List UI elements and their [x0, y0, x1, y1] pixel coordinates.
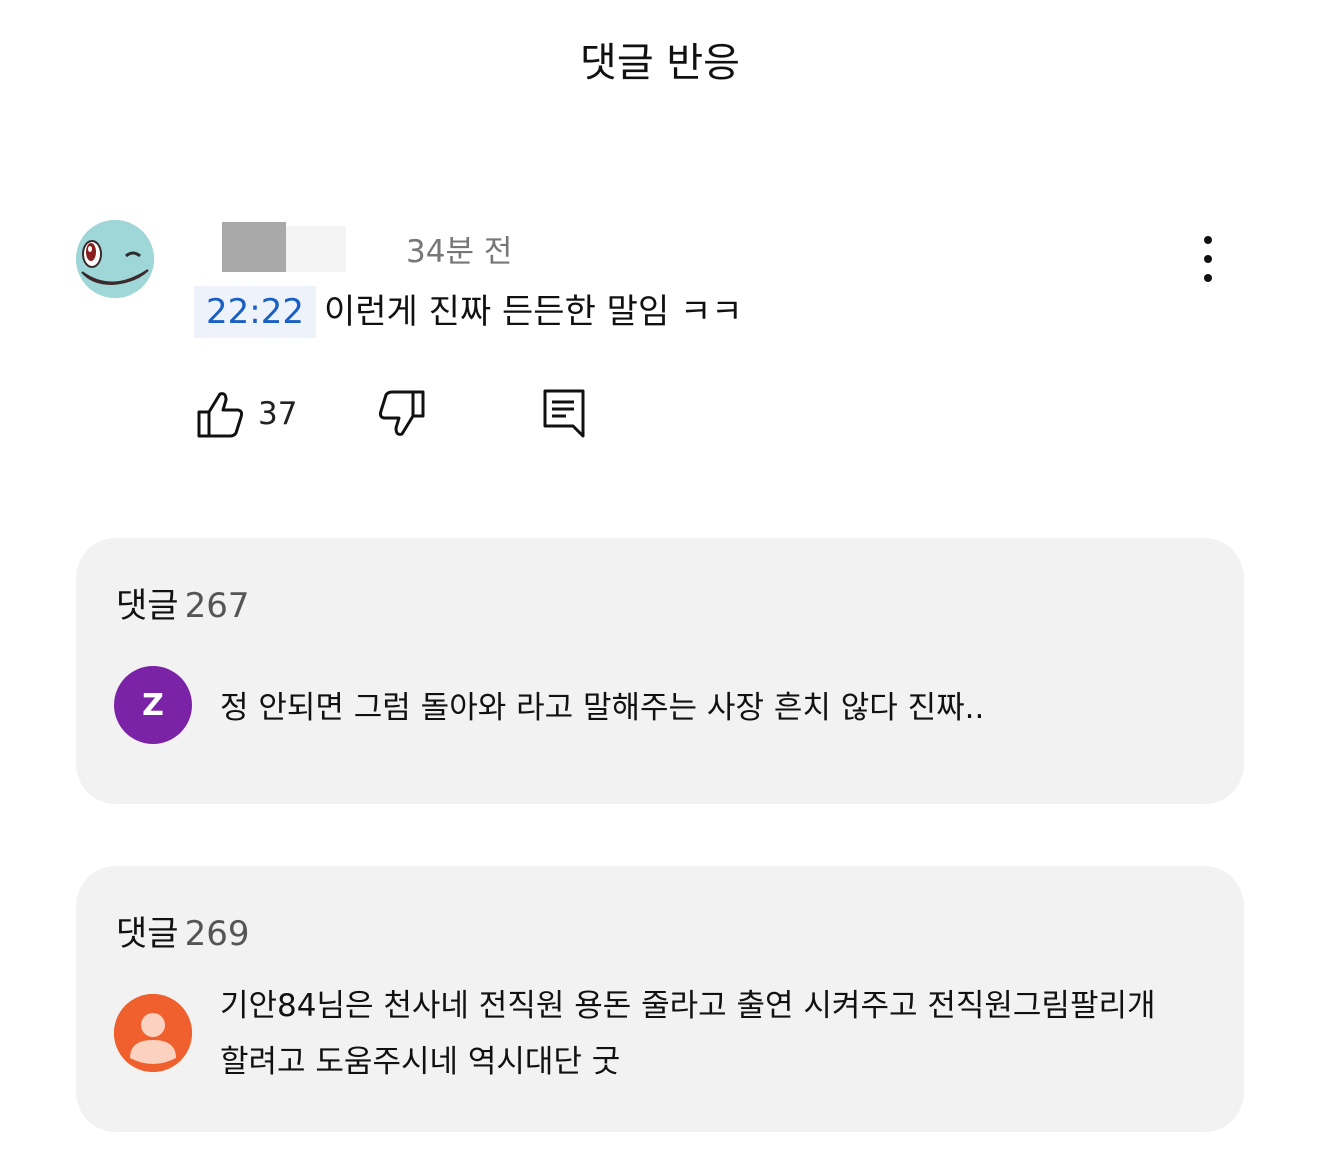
author-name-redacted-fade	[286, 226, 346, 272]
squirtle-avatar-icon	[76, 220, 154, 298]
more-vert-icon[interactable]	[1196, 236, 1220, 282]
reply-icon	[543, 389, 585, 438]
video-timestamp-link[interactable]: 22:22	[194, 286, 316, 338]
dislike-button[interactable]	[376, 388, 426, 440]
like-button[interactable]	[196, 388, 246, 440]
card-header: 댓글 269	[116, 906, 249, 955]
page-title: 댓글 반응	[580, 40, 740, 86]
comment-time-ago: 34분 전	[406, 234, 513, 270]
reply-button[interactable]	[542, 388, 588, 440]
author-name-redacted	[222, 222, 286, 272]
comment-card[interactable]: 댓글 269 기안84님은 천사네 전직원 용돈 줄라고 출연 시켜주고 전직원그…	[76, 866, 1244, 1132]
avatar[interactable]: Z	[114, 666, 192, 744]
like-count: 37	[258, 396, 298, 432]
comment-count: 267	[184, 586, 250, 626]
thumbs-down-icon	[378, 390, 425, 436]
card-label: 댓글	[116, 914, 179, 954]
thumbs-up-icon	[197, 392, 244, 438]
comment-text: 이런게 진짜 든든한 말임 ㅋㅋ	[324, 292, 743, 332]
commenter-avatar[interactable]	[76, 220, 154, 298]
comment-text-line: 기안84님은 천사네 전직원 용돈 줄라고 출연 시켜주고 전직원그림팔리개	[220, 988, 1156, 1024]
comment-text: 정 안되면 그럼 돌아와 라고 말해주는 사장 흔치 않다 진짜..	[220, 690, 985, 726]
comment-count: 269	[184, 914, 250, 954]
card-label: 댓글	[116, 586, 179, 626]
card-header: 댓글 267	[116, 578, 249, 627]
comment-text-line: 할려고 도움주시네 역시대단 굿	[220, 1044, 621, 1080]
comment-text: 기안84님은 천사네 전직원 용돈 줄라고 출연 시켜주고 전직원그림팔리개 할…	[220, 978, 1200, 1090]
avatar-letter: Z	[142, 687, 164, 723]
comment-card[interactable]: 댓글 267 Z 정 안되면 그럼 돌아와 라고 말해주는 사장 흔치 않다 진짜…	[76, 538, 1244, 804]
avatar[interactable]	[114, 994, 192, 1072]
default-user-icon	[114, 994, 192, 1072]
